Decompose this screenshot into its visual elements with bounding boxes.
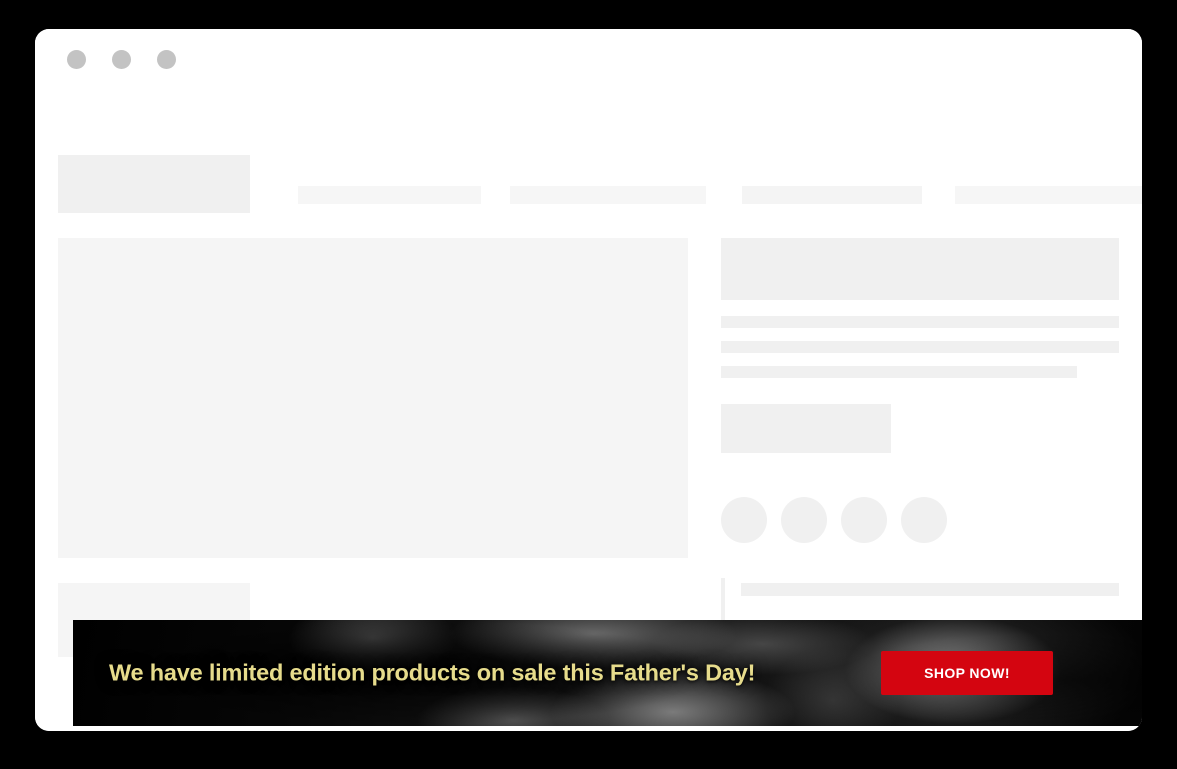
browser-titlebar — [35, 29, 1142, 121]
hero-image-placeholder — [58, 238, 688, 558]
shop-now-button[interactable]: SHOP NOW! — [881, 651, 1053, 695]
text-line-2 — [721, 341, 1119, 353]
product-detail-skeleton — [721, 238, 1119, 453]
window-maximize-dot[interactable] — [157, 50, 176, 69]
window-controls — [67, 50, 176, 69]
close-icon[interactable]: ✕ — [1139, 633, 1142, 653]
site-header-skeleton — [58, 155, 1142, 213]
swatch-3 — [841, 497, 887, 543]
browser-window: We have limited edition products on sale… — [35, 29, 1142, 731]
window-minimize-dot[interactable] — [112, 50, 131, 69]
footer-line-1 — [741, 583, 1119, 596]
promo-banner: We have limited edition products on sale… — [73, 620, 1142, 726]
nav-placeholder-4 — [955, 186, 1142, 204]
product-title-placeholder — [721, 238, 1119, 300]
window-close-dot[interactable] — [67, 50, 86, 69]
add-to-cart-placeholder — [721, 404, 891, 453]
text-line-3 — [721, 366, 1077, 378]
swatch-2 — [781, 497, 827, 543]
promo-headline: We have limited edition products on sale… — [109, 659, 756, 686]
swatch-4 — [901, 497, 947, 543]
swatch-row — [721, 497, 947, 543]
nav-placeholder-1 — [298, 186, 481, 204]
logo-placeholder — [58, 155, 250, 213]
swatch-1 — [721, 497, 767, 543]
text-line-1 — [721, 316, 1119, 328]
nav-placeholder-3 — [742, 186, 922, 204]
screenshot-stage: We have limited edition products on sale… — [0, 0, 1177, 769]
nav-placeholder-2 — [510, 186, 706, 204]
